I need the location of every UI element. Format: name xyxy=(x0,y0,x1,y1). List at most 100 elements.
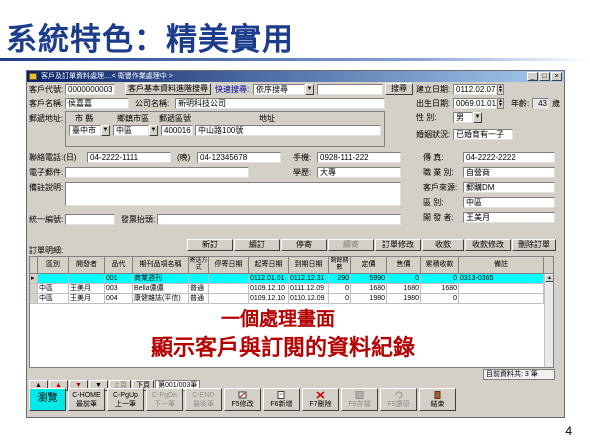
table-cell[interactable]: 普通 xyxy=(189,284,209,294)
new-order-button[interactable]: 新訂 xyxy=(187,239,233,251)
table-cell[interactable] xyxy=(209,274,249,284)
column-header[interactable]: 累積收款 xyxy=(421,257,459,274)
table-cell[interactable]: 290 xyxy=(329,274,351,284)
first-record-button[interactable]: C-HOME 最前筆 xyxy=(68,388,105,411)
notes-field[interactable] xyxy=(65,182,401,206)
add-button[interactable]: F6新增 xyxy=(263,388,300,411)
table-cell[interactable]: 0112.01.01 xyxy=(249,274,289,284)
column-header[interactable]: 期刊品項名稱 xyxy=(133,257,189,274)
fax-field[interactable]: 04-2222-2222 xyxy=(463,152,555,163)
table-cell[interactable]: 中區 xyxy=(38,284,69,294)
phone-day-field[interactable]: 04-2222-1111 xyxy=(87,152,171,163)
birth-date-field[interactable]: 0069.01.01 xyxy=(453,98,497,109)
exit-button[interactable]: 結束 xyxy=(419,388,456,411)
column-header[interactable]: 定價 xyxy=(351,257,387,274)
column-header[interactable]: 區別 xyxy=(38,257,69,274)
column-header[interactable]: 到期日期 xyxy=(289,257,329,274)
chevron-down-icon[interactable]: ▼ xyxy=(473,112,482,123)
table-cell[interactable]: 004 xyxy=(105,294,133,304)
column-header[interactable]: 停寄日期 xyxy=(209,257,249,274)
table-cell[interactable]: 001 xyxy=(105,274,133,284)
table-cell[interactable]: 003 xyxy=(105,284,133,294)
delete-order-button[interactable]: 刪除訂單 xyxy=(512,239,556,251)
column-header[interactable]: 品代 xyxy=(105,257,133,274)
table-row[interactable]: ▸ 001 商業週刊 0112.01.01 0112.12.31 290 5990 0 0 031… xyxy=(30,274,553,284)
district-select[interactable]: 中區 xyxy=(113,125,149,136)
table-cell[interactable]: 1680 xyxy=(387,284,421,294)
table-cell[interactable]: 王美月 xyxy=(69,294,105,304)
column-header[interactable]: 剩餘期數 xyxy=(329,257,351,274)
table-cell[interactable]: 0112.12.31 xyxy=(289,274,329,284)
phone-night-field[interactable]: 04-12345678 xyxy=(197,152,281,163)
table-cell[interactable]: 0313-0365 xyxy=(459,274,544,284)
quick-search-mode-select[interactable]: 依序搜尋 xyxy=(253,84,305,95)
stop-delivery-button[interactable]: 停寄 xyxy=(281,239,327,251)
customer-name-field[interactable]: 侯嘉嘉 xyxy=(65,98,129,109)
column-header[interactable]: 起寄日期 xyxy=(249,257,289,274)
column-header[interactable]: 備註 xyxy=(459,257,544,274)
edit-button[interactable]: F5修改 xyxy=(224,388,261,411)
table-cell[interactable]: 0 xyxy=(421,294,459,304)
search-button[interactable]: 搜尋 xyxy=(385,83,413,95)
next-record-button[interactable]: C-PgDn 下一筆 xyxy=(146,388,183,411)
developer-field[interactable]: 王美月 xyxy=(463,212,555,223)
company-field[interactable]: 新明科技公司 xyxy=(175,98,385,109)
table-cell[interactable]: 0109.12.10 xyxy=(249,284,289,294)
table-cell[interactable]: 0111.12.09 xyxy=(289,284,329,294)
table-cell[interactable]: 1680 xyxy=(351,284,387,294)
table-cell[interactable]: 0110.12.09 xyxy=(289,294,329,304)
minimize-button[interactable]: _ xyxy=(527,72,538,81)
quick-search-input[interactable] xyxy=(317,84,383,95)
address-field[interactable]: 中山路100號 xyxy=(195,125,381,136)
delete-button[interactable]: F7刪除 xyxy=(302,388,339,411)
table-cell[interactable]: 0 xyxy=(329,284,351,294)
row-selector[interactable] xyxy=(30,284,38,294)
customer-code-field[interactable]: 0000000003 xyxy=(65,84,115,95)
marital-field[interactable]: 已婚育有一子 xyxy=(453,129,513,140)
table-cell[interactable] xyxy=(459,284,544,294)
last-record-button[interactable]: C-END 最後筆 xyxy=(185,388,222,411)
table-cell[interactable]: 康健雜誌(平信) xyxy=(133,294,189,304)
close-button[interactable]: × xyxy=(551,72,562,81)
column-header[interactable]: 寄送方式 xyxy=(189,257,209,274)
edit-payment-button[interactable]: 收款修改 xyxy=(465,239,511,251)
prev-record-button[interactable]: C-PgUp 上一筆 xyxy=(107,388,144,411)
row-selector[interactable]: ▸ xyxy=(30,274,38,284)
table-row[interactable]: 中區 王美月 003 Bella儂儂 普通 0109.12.10 0111.12.09 0 16… xyxy=(30,284,553,294)
table-cell[interactable]: 中區 xyxy=(38,294,69,304)
table-cell[interactable]: 1680 xyxy=(421,284,459,294)
renew-order-button[interactable]: 續訂 xyxy=(234,239,280,251)
city-select[interactable]: 臺中市 xyxy=(69,125,101,136)
table-cell[interactable] xyxy=(459,294,544,304)
table-cell[interactable] xyxy=(69,274,105,284)
chevron-down-icon[interactable]: ▼ xyxy=(101,125,110,136)
table-row[interactable]: 中區 王美月 004 康健雜誌(平信) 普通 0109.12.10 0110.12.09 0 1… xyxy=(30,294,553,304)
job-field[interactable]: 自營商 xyxy=(463,167,555,178)
table-cell[interactable]: 普通 xyxy=(189,294,209,304)
birth-spinner-icon[interactable]: ▲ ▼ xyxy=(497,98,504,109)
browse-button[interactable]: 瀏覽 xyxy=(29,388,66,411)
edit-order-button[interactable]: 訂單修改 xyxy=(375,239,421,251)
payment-button[interactable]: 收款 xyxy=(422,239,464,251)
table-cell[interactable]: 0 xyxy=(421,274,459,284)
table-cell[interactable]: 商業週刊 xyxy=(133,274,189,284)
email-field[interactable] xyxy=(65,167,249,178)
column-header[interactable]: 開發者 xyxy=(69,257,105,274)
table-cell[interactable] xyxy=(38,274,69,284)
mobile-field[interactable]: 0928-111-222 xyxy=(317,152,401,163)
table-cell[interactable] xyxy=(189,274,209,284)
save-button[interactable]: F8存檔 xyxy=(341,388,378,411)
created-date-field[interactable]: 0112.02.07 xyxy=(453,84,497,95)
zip-field[interactable]: 400016 xyxy=(161,125,193,136)
table-cell[interactable]: 1980 xyxy=(387,294,421,304)
region-field[interactable]: 中區 xyxy=(463,197,555,208)
table-cell[interactable]: 5990 xyxy=(351,274,387,284)
table-cell[interactable]: 王美月 xyxy=(69,284,105,294)
table-cell[interactable] xyxy=(209,284,249,294)
table-cell[interactable] xyxy=(209,294,249,304)
table-cell[interactable]: 1980 xyxy=(351,294,387,304)
resume-delivery-button[interactable]: 續寄 xyxy=(328,239,374,251)
table-cell[interactable]: 0 xyxy=(329,294,351,304)
date-spinner-icon[interactable]: ▲ ▼ xyxy=(497,84,504,95)
row-selector[interactable] xyxy=(30,294,38,304)
